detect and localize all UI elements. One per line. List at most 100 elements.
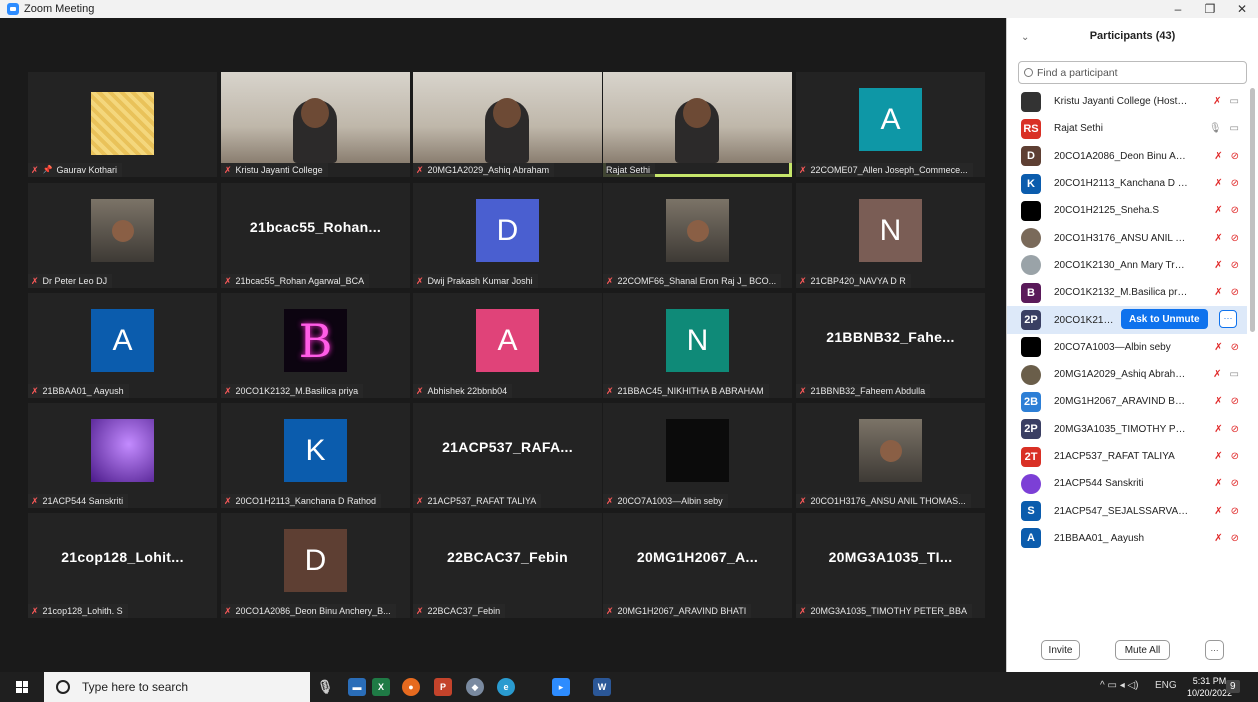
- mic-muted-icon[interactable]: ✗: [1214, 233, 1222, 244]
- mic-muted-icon[interactable]: ✗: [1214, 424, 1222, 435]
- video-tile[interactable]: N ✗ 21CBP420_NAVYA D R: [796, 183, 985, 288]
- participant-search[interactable]: [1018, 61, 1247, 84]
- more-options-button[interactable]: ···: [1205, 640, 1224, 660]
- video-off-icon[interactable]: ⊘: [1231, 478, 1239, 489]
- video-off-icon[interactable]: ⊘: [1231, 506, 1239, 517]
- firefox-icon[interactable]: ●: [402, 678, 420, 696]
- mute-all-button[interactable]: Mute All: [1115, 640, 1170, 660]
- maximize-button[interactable]: ❐: [1194, 0, 1226, 18]
- video-tile[interactable]: Rajat Sethi: [603, 72, 792, 177]
- video-tile[interactable]: B ✗ 20CO1K2132_M.Basilica priya: [221, 293, 410, 398]
- video-tile[interactable]: A ✗ 21BBAA01_ Aayush: [28, 293, 217, 398]
- file-explorer-icon[interactable]: ▬: [348, 678, 366, 696]
- mic-muted-icon[interactable]: ✗: [1214, 260, 1222, 271]
- video-tile[interactable]: D ✗ 20CO1A2086_Deon Binu Anchery_B...: [221, 513, 410, 618]
- paint-icon[interactable]: ◆: [466, 678, 484, 696]
- participant-row[interactable]: 21ACP544 Sanskriti ✗ ⊘: [1007, 470, 1247, 497]
- ask-to-unmute-button[interactable]: Ask to Unmute: [1121, 309, 1208, 330]
- mic-muted-icon[interactable]: ✗: [1214, 151, 1222, 162]
- participant-row[interactable]: 20CO7A1003—Albin seby ✗ ⊘: [1007, 334, 1247, 361]
- edge-icon[interactable]: e: [497, 678, 515, 696]
- participant-row[interactable]: 20CO1H3176_ANSU ANIL THO...✗⊘: [1007, 224, 1247, 251]
- video-tile[interactable]: 21cop128_Lohit... ✗ 21cop128_Lohith. S: [28, 513, 217, 618]
- video-tile[interactable]: ✗ Dr Peter Leo DJ: [28, 183, 217, 288]
- participant-row[interactable]: 2T 21ACP537_RAFAT TALIYA ✗ ⊘: [1007, 443, 1247, 470]
- video-camera-icon[interactable]: ▭: [1230, 369, 1239, 380]
- excel-icon[interactable]: X: [372, 678, 390, 696]
- video-tile[interactable]: ✗ 20CO1H3176_ANSU ANIL THOMAS...: [796, 403, 985, 508]
- mic-muted-icon[interactable]: ✗: [1214, 342, 1222, 353]
- video-tile[interactable]: 21bcac55_Rohan... ✗ 21bcac55_Rohan Agarwal…: [221, 183, 410, 288]
- video-tile[interactable]: ✗ 20MG1A2029_Ashiq Abraham: [413, 72, 602, 177]
- video-tile[interactable]: A ✗ 22COME07_Allen Joseph_Commece...: [796, 72, 985, 177]
- video-tile[interactable]: ✗ 22COMF66_Shanal Eron Raj J_ BCO...: [603, 183, 792, 288]
- powerpoint-icon[interactable]: P: [434, 678, 452, 696]
- mic-muted-icon[interactable]: ✗: [1213, 369, 1221, 380]
- video-off-icon[interactable]: ⊘: [1231, 396, 1239, 407]
- participant-row[interactable]: RS Rajat Sethi 🎙 ▭: [1007, 115, 1247, 142]
- mic-muted-icon[interactable]: ✗: [1214, 396, 1222, 407]
- video-off-icon[interactable]: ⊘: [1231, 151, 1239, 162]
- video-tile[interactable]: N ✗ 21BBAC45_NIKHITHA B ABRAHAM: [603, 293, 792, 398]
- participant-row[interactable]: 2P 20CO1K2143_Pr Ask to Unmute ···: [1007, 306, 1247, 334]
- mic-muted-icon[interactable]: ✗: [1214, 506, 1222, 517]
- windows-start-icon[interactable]: [16, 681, 28, 693]
- participant-row[interactable]: 20MG1A2029_Ashiq Abraham ✗ ▭: [1007, 361, 1247, 388]
- microphone-icon[interactable]: 🎙: [316, 678, 334, 696]
- participant-row[interactable]: 20CO1H2125_Sneha.S ✗ ⊘: [1007, 197, 1247, 224]
- video-tile[interactable]: 22BCAC37_Febin ✗ 22BCAC37_Febin: [413, 513, 602, 618]
- participant-row[interactable]: 2P20MG3A1035_TIMOTHY PETER_...✗⊘: [1007, 416, 1247, 443]
- video-off-icon[interactable]: ⊘: [1231, 451, 1239, 462]
- close-button[interactable]: ✕: [1226, 0, 1258, 18]
- video-tile[interactable]: 21BBNB32_Fahe... ✗ 21BBNB32_Faheem Abdulla: [796, 293, 985, 398]
- video-tile[interactable]: ✗ 20CO7A1003—Albin seby: [603, 403, 792, 508]
- video-tile[interactable]: A ✗ Abhishek 22bbnb04: [413, 293, 602, 398]
- participant-row[interactable]: B 20CO1K2132_M.Basilica priya ✗ ⊘: [1007, 279, 1247, 306]
- tile-name-label: ✗ 21CBP420_NAVYA D R: [796, 274, 911, 288]
- video-tile[interactable]: K ✗ 20CO1H2113_Kanchana D Rathod: [221, 403, 410, 508]
- participant-row[interactable]: 20CO1K2130_Ann Mary Tresa_...✗⊘: [1007, 252, 1247, 279]
- zoom-taskbar-icon[interactable]: ▸: [552, 678, 570, 696]
- participant-list-scrollbar[interactable]: [1250, 88, 1255, 332]
- participant-row[interactable]: 2B 20MG1H2067_ARAVIND BHATI ✗ ⊘: [1007, 388, 1247, 415]
- video-off-icon[interactable]: ⊘: [1231, 424, 1239, 435]
- video-camera-icon[interactable]: ▭: [1230, 96, 1239, 107]
- minimize-button[interactable]: –: [1162, 0, 1194, 18]
- mic-muted-icon[interactable]: ✗: [1214, 533, 1222, 544]
- video-tile[interactable]: 21ACP537_RAFA... ✗ 21ACP537_RAFAT TALIYA: [413, 403, 602, 508]
- video-off-icon[interactable]: ⊘: [1231, 342, 1239, 353]
- mic-muted-icon[interactable]: ✗: [1214, 287, 1222, 298]
- video-tile[interactable]: ✗ 21ACP544 Sanskriti: [28, 403, 217, 508]
- mic-muted-icon[interactable]: ✗: [1214, 451, 1222, 462]
- mic-muted-icon[interactable]: ✗: [1214, 178, 1222, 189]
- participant-row[interactable]: S 21ACP547_SEJALSSARVADE ✗ ⊘: [1007, 497, 1247, 524]
- video-camera-icon[interactable]: ▭: [1230, 123, 1239, 134]
- video-tile[interactable]: 20MG3A1035_TI... ✗ 20MG3A1035_TIMOTHY PETE…: [796, 513, 985, 618]
- participant-row[interactable]: K20CO1H2113_Kanchana D Rath...✗⊘: [1007, 170, 1247, 197]
- mic-muted-icon[interactable]: ✗: [1213, 96, 1221, 107]
- video-off-icon[interactable]: ⊘: [1231, 178, 1239, 189]
- video-off-icon[interactable]: ⊘: [1231, 533, 1239, 544]
- notification-center-icon[interactable]: 9: [1226, 680, 1240, 693]
- video-off-icon[interactable]: ⊘: [1231, 233, 1239, 244]
- video-off-icon[interactable]: ⊘: [1231, 260, 1239, 271]
- video-tile[interactable]: 20MG1H2067_A... ✗ 20MG1H2067_ARAVIND BHATI: [603, 513, 792, 618]
- language-indicator[interactable]: ENG: [1155, 680, 1177, 691]
- invite-button[interactable]: Invite: [1041, 640, 1080, 660]
- taskbar-search[interactable]: Type here to search: [44, 672, 310, 702]
- video-tile[interactable]: ✗ Kristu Jayanti College: [221, 72, 410, 177]
- video-tile[interactable]: D ✗ Dwij Prakash Kumar Joshi: [413, 183, 602, 288]
- mic-muted-icon[interactable]: ✗: [1214, 478, 1222, 489]
- video-off-icon[interactable]: ⊘: [1231, 205, 1239, 216]
- participant-search-input[interactable]: [1037, 66, 1237, 79]
- video-tile[interactable]: ✗ 📌 Gaurav Kothari: [28, 72, 217, 177]
- video-off-icon[interactable]: ⊘: [1231, 287, 1239, 298]
- mic-icon[interactable]: 🎙: [1209, 123, 1222, 134]
- tray-icons[interactable]: ^ ▭ ◂ ◁): [1100, 680, 1139, 691]
- word-icon[interactable]: W: [593, 678, 611, 696]
- mic-muted-icon[interactable]: ✗: [1214, 205, 1222, 216]
- participant-row[interactable]: Kristu Jayanti College (Host, me) ✗ ▭: [1007, 88, 1247, 115]
- participant-more-button[interactable]: ···: [1219, 310, 1237, 329]
- participant-row[interactable]: A 21BBAA01_ Aayush ✗ ⊘: [1007, 525, 1247, 552]
- participant-row[interactable]: D20CO1A2086_Deon Binu Anche...✗⊘: [1007, 143, 1247, 170]
